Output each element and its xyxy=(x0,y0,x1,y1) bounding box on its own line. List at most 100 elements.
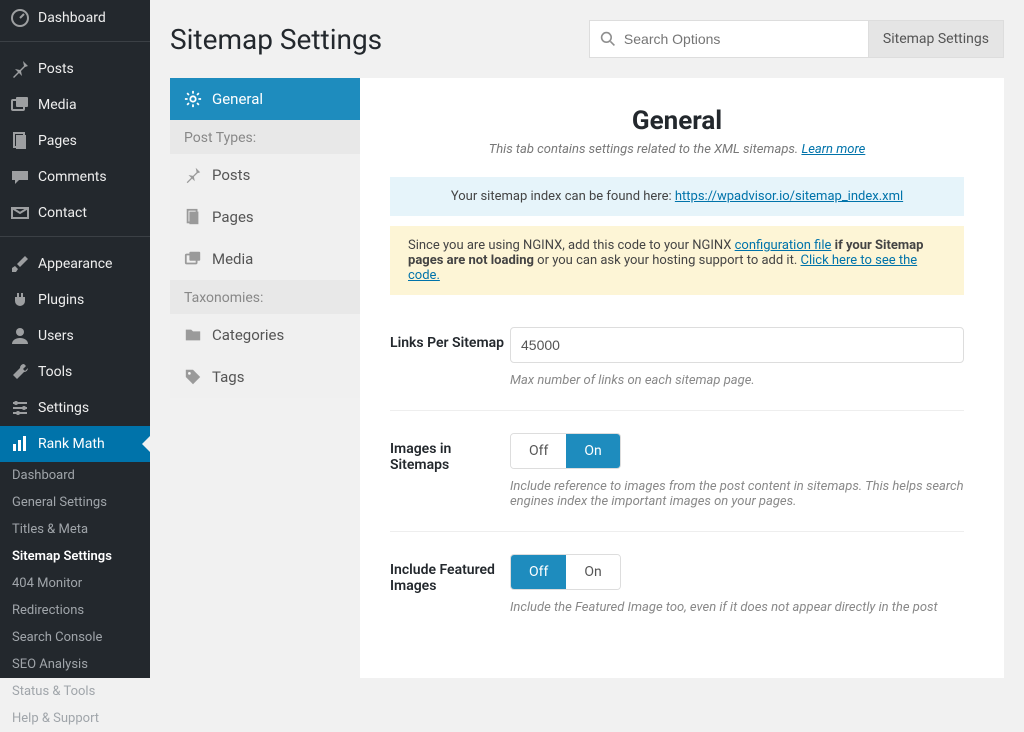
brush-icon xyxy=(10,254,30,274)
dashboard-icon xyxy=(10,8,30,28)
wrench-icon xyxy=(10,362,30,382)
notice-sitemap-url: Your sitemap index can be found here: ht… xyxy=(390,177,964,216)
sidebar-item-label: Comments xyxy=(38,169,107,185)
toggle-on[interactable]: On xyxy=(566,555,619,589)
tab-label: Media xyxy=(212,250,253,268)
envelope-icon xyxy=(10,203,30,223)
subitem-seo-analysis[interactable]: SEO Analysis xyxy=(0,651,150,678)
content-subtitle: This tab contains settings related to th… xyxy=(390,142,964,157)
sidebar-item-comments[interactable]: Comments xyxy=(0,159,150,195)
tab-posts[interactable]: Posts xyxy=(170,154,360,196)
links-per-sitemap-input[interactable] xyxy=(510,327,964,363)
subitem-redirections[interactable]: Redirections xyxy=(0,597,150,624)
help-text: Include reference to images from the pos… xyxy=(510,479,964,509)
user-icon xyxy=(10,326,30,346)
row-images-in-sitemaps: Images in Sitemaps Off On Include refere… xyxy=(390,411,964,532)
sidebar-item-label: Pages xyxy=(38,133,77,149)
breadcrumb: Sitemap Settings xyxy=(869,20,1004,58)
tab-label: Categories xyxy=(212,326,284,344)
row-links-per-sitemap: Links Per Sitemap Max number of links on… xyxy=(390,305,964,411)
search-input[interactable] xyxy=(624,31,858,47)
sidebar-item-label: Posts xyxy=(38,61,74,77)
toggle-off[interactable]: Off xyxy=(511,555,566,589)
subitem-dashboard[interactable]: Dashboard xyxy=(0,462,150,489)
tag-icon xyxy=(184,368,202,386)
learn-more-link[interactable]: Learn more xyxy=(801,142,865,157)
subitem-sitemap-settings[interactable]: Sitemap Settings xyxy=(0,543,150,570)
tab-label: General xyxy=(212,90,263,108)
page-icon xyxy=(184,208,202,226)
field-label: Images in Sitemaps xyxy=(390,433,510,473)
wp-admin-sidebar: Dashboard Posts Media Pages Comments Con… xyxy=(0,0,150,678)
sidebar-item-label: Tools xyxy=(38,364,72,380)
sidebar-item-pages[interactable]: Pages xyxy=(0,123,150,159)
sidebar-item-tools[interactable]: Tools xyxy=(0,354,150,390)
tab-label: Posts xyxy=(212,166,250,184)
subitem-titles-meta[interactable]: Titles & Meta xyxy=(0,516,150,543)
tab-tags[interactable]: Tags xyxy=(170,356,360,398)
settings-wrap: General Post Types: Posts Pages Media Ta… xyxy=(170,78,1004,678)
nav-group-taxonomies: Taxonomies: xyxy=(170,280,360,314)
subitem-help-support[interactable]: Help & Support xyxy=(0,705,150,732)
tab-categories[interactable]: Categories xyxy=(170,314,360,356)
page-title: Sitemap Settings xyxy=(170,23,382,56)
settings-content: General This tab contains settings relat… xyxy=(360,78,1004,678)
sidebar-item-plugins[interactable]: Plugins xyxy=(0,282,150,318)
sidebar-item-dashboard[interactable]: Dashboard xyxy=(0,0,150,36)
pin-icon xyxy=(184,166,202,184)
sidebar-item-label: Media xyxy=(38,97,77,113)
sidebar-item-label: Rank Math xyxy=(38,436,105,452)
notice-nginx: Since you are using NGINX, add this code… xyxy=(390,226,964,295)
sidebar-item-rank-math[interactable]: Rank Math xyxy=(0,426,150,462)
search-box[interactable] xyxy=(589,20,869,58)
sliders-icon xyxy=(10,398,30,418)
page-header: Sitemap Settings Sitemap Settings xyxy=(170,0,1004,78)
featured-images-toggle: Off On xyxy=(510,554,621,590)
sidebar-item-label: Plugins xyxy=(38,292,84,308)
search-wrap: Sitemap Settings xyxy=(589,20,1004,58)
tab-general[interactable]: General xyxy=(170,78,360,120)
chart-icon xyxy=(10,434,30,454)
toggle-on[interactable]: On xyxy=(566,434,619,468)
settings-nav: General Post Types: Posts Pages Media Ta… xyxy=(170,78,360,398)
media-icon xyxy=(184,250,202,268)
sidebar-item-appearance[interactable]: Appearance xyxy=(0,246,150,282)
nginx-config-link[interactable]: configuration file xyxy=(735,238,832,253)
pin-icon xyxy=(10,59,30,79)
subitem-general-settings[interactable]: General Settings xyxy=(0,489,150,516)
sidebar-item-label: Users xyxy=(38,328,74,344)
toggle-off[interactable]: Off xyxy=(511,434,566,468)
images-in-sitemaps-toggle: Off On xyxy=(510,433,621,469)
field-label: Links Per Sitemap xyxy=(390,327,510,351)
tab-media[interactable]: Media xyxy=(170,238,360,280)
field-label: Include Featured Images xyxy=(390,554,510,594)
help-text: Max number of links on each sitemap page… xyxy=(510,373,964,388)
tab-label: Pages xyxy=(212,208,254,226)
sidebar-item-media[interactable]: Media xyxy=(0,87,150,123)
sidebar-item-posts[interactable]: Posts xyxy=(0,51,150,87)
plug-icon xyxy=(10,290,30,310)
row-include-featured-images: Include Featured Images Off On Include t… xyxy=(390,532,964,637)
tab-label: Tags xyxy=(212,368,244,386)
nav-group-post-types: Post Types: xyxy=(170,120,360,154)
page-icon xyxy=(10,131,30,151)
sidebar-item-users[interactable]: Users xyxy=(0,318,150,354)
folder-icon xyxy=(184,326,202,344)
main-content: Sitemap Settings Sitemap Settings Genera… xyxy=(150,0,1024,678)
media-icon xyxy=(10,95,30,115)
content-heading: General xyxy=(390,106,964,136)
sitemap-index-link[interactable]: https://wpadvisor.io/sitemap_index.xml xyxy=(675,189,903,204)
gear-icon xyxy=(184,90,202,108)
chat-icon xyxy=(10,167,30,187)
subitem-search-console[interactable]: Search Console xyxy=(0,624,150,651)
help-text: Include the Featured Image too, even if … xyxy=(510,600,964,615)
sidebar-item-label: Contact xyxy=(38,205,87,221)
sidebar-item-settings[interactable]: Settings xyxy=(0,390,150,426)
sidebar-item-contact[interactable]: Contact xyxy=(0,195,150,231)
sidebar-separator xyxy=(0,236,150,241)
subitem-status-tools[interactable]: Status & Tools xyxy=(0,678,150,705)
tab-pages[interactable]: Pages xyxy=(170,196,360,238)
subitem-404-monitor[interactable]: 404 Monitor xyxy=(0,570,150,597)
sidebar-item-label: Dashboard xyxy=(38,10,106,26)
sidebar-item-label: Settings xyxy=(38,400,89,416)
